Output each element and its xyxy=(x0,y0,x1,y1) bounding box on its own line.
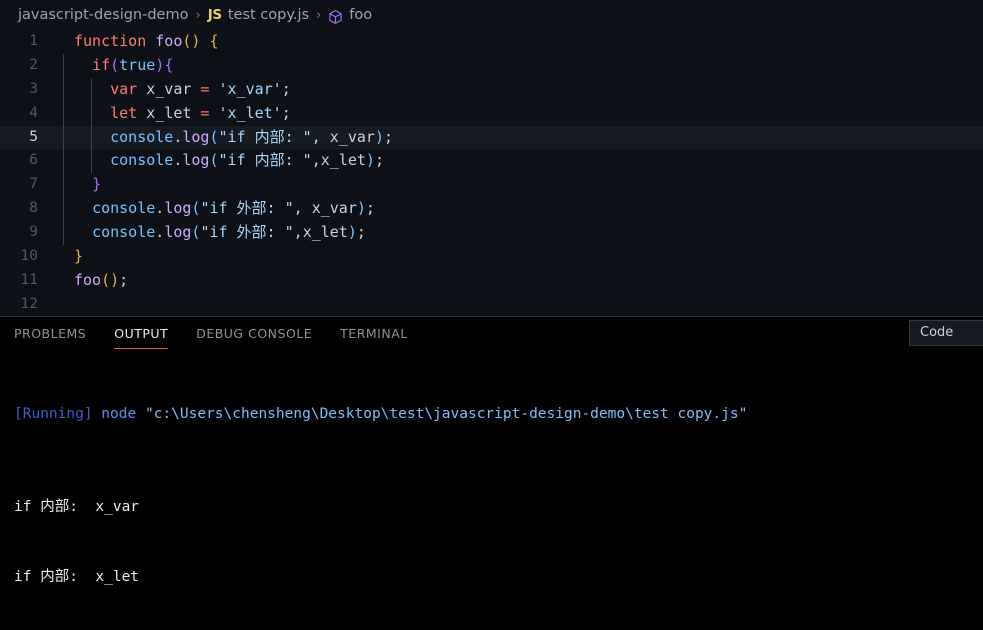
line-number: 5 xyxy=(29,128,38,145)
line-number: 10 xyxy=(20,248,38,265)
line-content: } xyxy=(52,173,983,198)
line-content: if(true){ xyxy=(52,53,983,78)
js-file-icon: JS xyxy=(207,7,222,23)
line-number: 7 xyxy=(29,176,38,193)
output-line-log: if 内部: x_var xyxy=(14,499,140,516)
tab-problems[interactable]: PROBLEMS xyxy=(14,317,86,351)
tab-output[interactable]: OUTPUT xyxy=(114,317,169,351)
line-number: 4 xyxy=(29,104,38,121)
line-number: 11 xyxy=(20,271,38,288)
panel-tab-bar: PROBLEMS OUTPUT DEBUG CONSOLE TERMINAL C… xyxy=(0,317,983,351)
breadcrumb-file[interactable]: test copy.js xyxy=(228,7,309,23)
line-number: 3 xyxy=(29,80,38,97)
line-content: console.log("if 外部: ",x_let); xyxy=(52,221,983,246)
line-content: console.log("if 内部: ",x_let); xyxy=(52,149,983,174)
line-content: } xyxy=(74,247,84,266)
output-line-running: [Running] node "c:\Users\chensheng\Deskt… xyxy=(14,403,983,426)
running-tag: [Running] xyxy=(14,406,93,423)
running-path: "c:\Users\chensheng\Desktop\test\javascr… xyxy=(144,406,748,423)
code-line[interactable]: 8 console.log("if 外部: ", x_var); xyxy=(0,197,983,222)
line-content: function foo() { xyxy=(74,32,219,50)
line-number: 2 xyxy=(29,56,38,73)
output-channel-select[interactable]: Code xyxy=(909,320,983,346)
code-line[interactable]: 11 foo(); xyxy=(0,269,983,293)
code-line-active[interactable]: 5 console.log("if 内部: ", x_var); xyxy=(0,125,983,150)
code-line[interactable]: 10 } xyxy=(0,245,983,269)
code-line[interactable]: 1 function foo() { xyxy=(0,30,983,54)
tab-terminal[interactable]: TERMINAL xyxy=(340,317,408,351)
line-content: foo(); xyxy=(74,270,129,289)
tab-debug-console[interactable]: DEBUG CONSOLE xyxy=(196,317,312,351)
line-number: 6 xyxy=(29,152,38,169)
line-number: 12 xyxy=(20,295,38,312)
breadcrumb-project[interactable]: javascript-design-demo xyxy=(18,7,188,23)
code-line[interactable]: 12 xyxy=(0,293,983,316)
line-content: var x_var = 'x_var'; xyxy=(52,77,983,102)
code-line[interactable]: 7 } xyxy=(0,173,983,198)
code-line[interactable]: 4 let x_let = 'x_let'; xyxy=(0,101,983,126)
line-number: 9 xyxy=(29,224,38,241)
breadcrumb: javascript-design-demo › JS test copy.js… xyxy=(0,0,983,30)
output-line-log: if 内部: x_let xyxy=(14,568,140,585)
code-line[interactable]: 2 if(true){ xyxy=(0,53,983,78)
code-line[interactable]: 6 console.log("if 内部: ",x_let); xyxy=(0,149,983,174)
line-content: let x_let = 'x_let'; xyxy=(52,101,983,126)
cube-icon xyxy=(328,9,343,25)
line-content: console.log("if 内部: ", x_var); xyxy=(52,125,983,150)
line-content: console.log("if 外部: ", x_var); xyxy=(52,197,983,222)
output-console[interactable]: [Running] node "c:\Users\chensheng\Deskt… xyxy=(0,351,983,630)
breadcrumb-symbol[interactable]: foo xyxy=(349,7,372,23)
line-number: 8 xyxy=(29,200,38,217)
running-command: node xyxy=(92,406,145,423)
code-editor[interactable]: 1 function foo() { 2 if(true){ 3 var x_v… xyxy=(0,30,983,316)
bottom-panel: PROBLEMS OUTPUT DEBUG CONSOLE TERMINAL C… xyxy=(0,317,983,630)
code-line[interactable]: 3 var x_var = 'x_var'; xyxy=(0,77,983,102)
line-number: 1 xyxy=(29,33,38,49)
vscode-window: javascript-design-demo › JS test copy.js… xyxy=(0,0,983,630)
breadcrumb-separator-2: › xyxy=(316,7,322,23)
code-line[interactable]: 9 console.log("if 外部: ",x_let); xyxy=(0,221,983,246)
breadcrumb-separator-1: › xyxy=(195,7,201,23)
